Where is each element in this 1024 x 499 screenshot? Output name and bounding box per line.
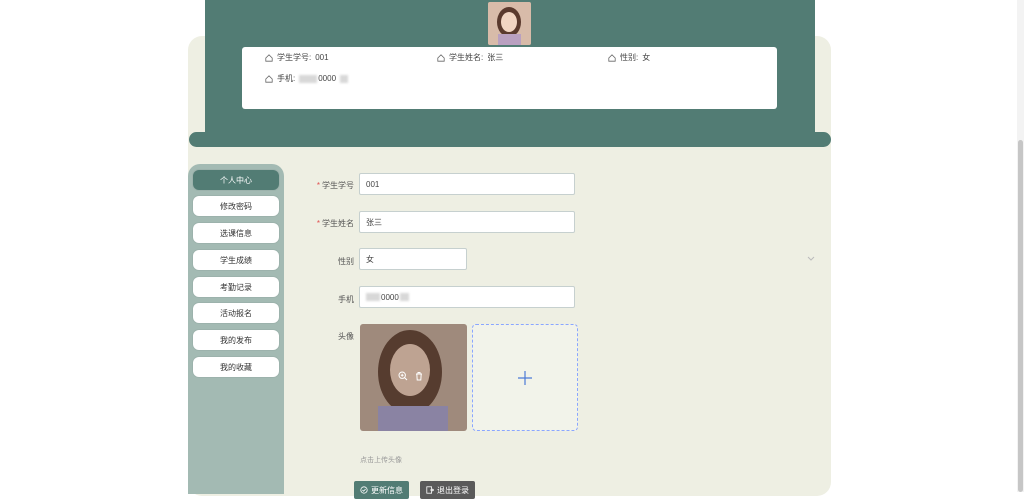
- home-icon: [265, 53, 273, 62]
- info-student-no: 学生学号: 001: [265, 52, 329, 63]
- avatar-upload-box[interactable]: [472, 324, 578, 431]
- sidebar-item-grades[interactable]: 学生成绩: [193, 250, 279, 270]
- info-gender-value: 女: [642, 53, 651, 62]
- gender-value: 女: [366, 254, 374, 264]
- student-no-value: 001: [366, 179, 380, 189]
- avatar-label: 头像: [338, 332, 354, 341]
- preview-actions: [398, 371, 424, 381]
- plus-icon: [518, 371, 532, 385]
- header-bottom-bar: [189, 132, 831, 147]
- sidebar-item-personal-center[interactable]: 个人中心: [193, 170, 279, 190]
- student-name-label: * 学生姓名: [316, 219, 354, 228]
- sidebar-item-label: 活动报名: [220, 308, 252, 318]
- logout-button[interactable]: 退出登录: [420, 481, 475, 499]
- sidebar-item-activity-signup[interactable]: 活动报名: [193, 303, 279, 323]
- sidebar-item-change-password[interactable]: 修改密码: [193, 196, 279, 216]
- home-icon: [265, 74, 273, 83]
- update-info-label: 更新信息: [371, 485, 403, 495]
- info-phone: 手机: 0000: [265, 73, 349, 84]
- info-gender-label: 性别:: [620, 53, 639, 62]
- info-student-name-value: 张三: [487, 53, 504, 62]
- info-student-no-label: 学生学号:: [277, 53, 312, 62]
- phone-redaction: [340, 74, 349, 83]
- sidebar-item-label: 我的收藏: [220, 362, 252, 372]
- phone-redaction: [399, 293, 409, 301]
- sidebar-item-label: 学生成绩: [220, 255, 252, 265]
- sidebar-item-course-selection[interactable]: 选课信息: [193, 223, 279, 243]
- phone-redaction: [366, 293, 380, 301]
- sidebar-item-my-favorites[interactable]: 我的收藏: [193, 357, 279, 377]
- zoom-in-icon[interactable]: [398, 371, 408, 381]
- home-icon: [437, 53, 445, 62]
- info-student-name: 学生姓名: 张三: [437, 52, 503, 63]
- logout-icon: [426, 486, 434, 494]
- info-gender: 性别: 女: [608, 52, 650, 63]
- header-avatar: [488, 2, 531, 45]
- scrollbar-thumb[interactable]: [1018, 140, 1023, 492]
- sidebar-item-my-posts[interactable]: 我的发布: [193, 330, 279, 350]
- required-mark: *: [316, 181, 320, 190]
- home-icon: [608, 53, 616, 62]
- info-phone-value: 0000: [318, 74, 337, 83]
- logout-label: 退出登录: [437, 485, 469, 495]
- sidebar-item-label: 我的发布: [220, 335, 252, 345]
- sidebar-item-label: 选课信息: [220, 228, 252, 238]
- sidebar-item-label: 个人中心: [220, 175, 252, 185]
- info-student-name-label: 学生姓名:: [449, 53, 484, 62]
- gender-label: 性别: [338, 257, 354, 266]
- phone-input[interactable]: 0000: [359, 286, 575, 308]
- student-name-value: 张三: [366, 217, 382, 227]
- student-no-label: * 学生学号: [316, 181, 354, 190]
- chevron-down-icon[interactable]: [807, 256, 815, 262]
- info-phone-label: 手机:: [277, 74, 296, 83]
- trash-icon[interactable]: [414, 371, 424, 381]
- update-info-button[interactable]: 更新信息: [354, 481, 409, 499]
- sidebar-item-label: 修改密码: [220, 201, 252, 211]
- phone-redaction: [299, 74, 318, 83]
- student-no-input[interactable]: 001: [359, 173, 575, 195]
- upload-hint: 点击上传头像: [360, 457, 402, 464]
- required-mark: *: [316, 219, 320, 228]
- avatar-preview[interactable]: [360, 324, 467, 431]
- gender-select[interactable]: 女: [359, 248, 467, 270]
- sidebar-item-attendance[interactable]: 考勤记录: [193, 277, 279, 297]
- phone-value: 0000: [381, 292, 399, 302]
- sidebar-item-label: 考勤记录: [220, 282, 252, 292]
- phone-label: 手机: [338, 295, 354, 304]
- student-name-input[interactable]: 张三: [359, 211, 575, 233]
- check-circle-icon: [360, 486, 368, 494]
- info-student-no-value: 001: [315, 53, 329, 62]
